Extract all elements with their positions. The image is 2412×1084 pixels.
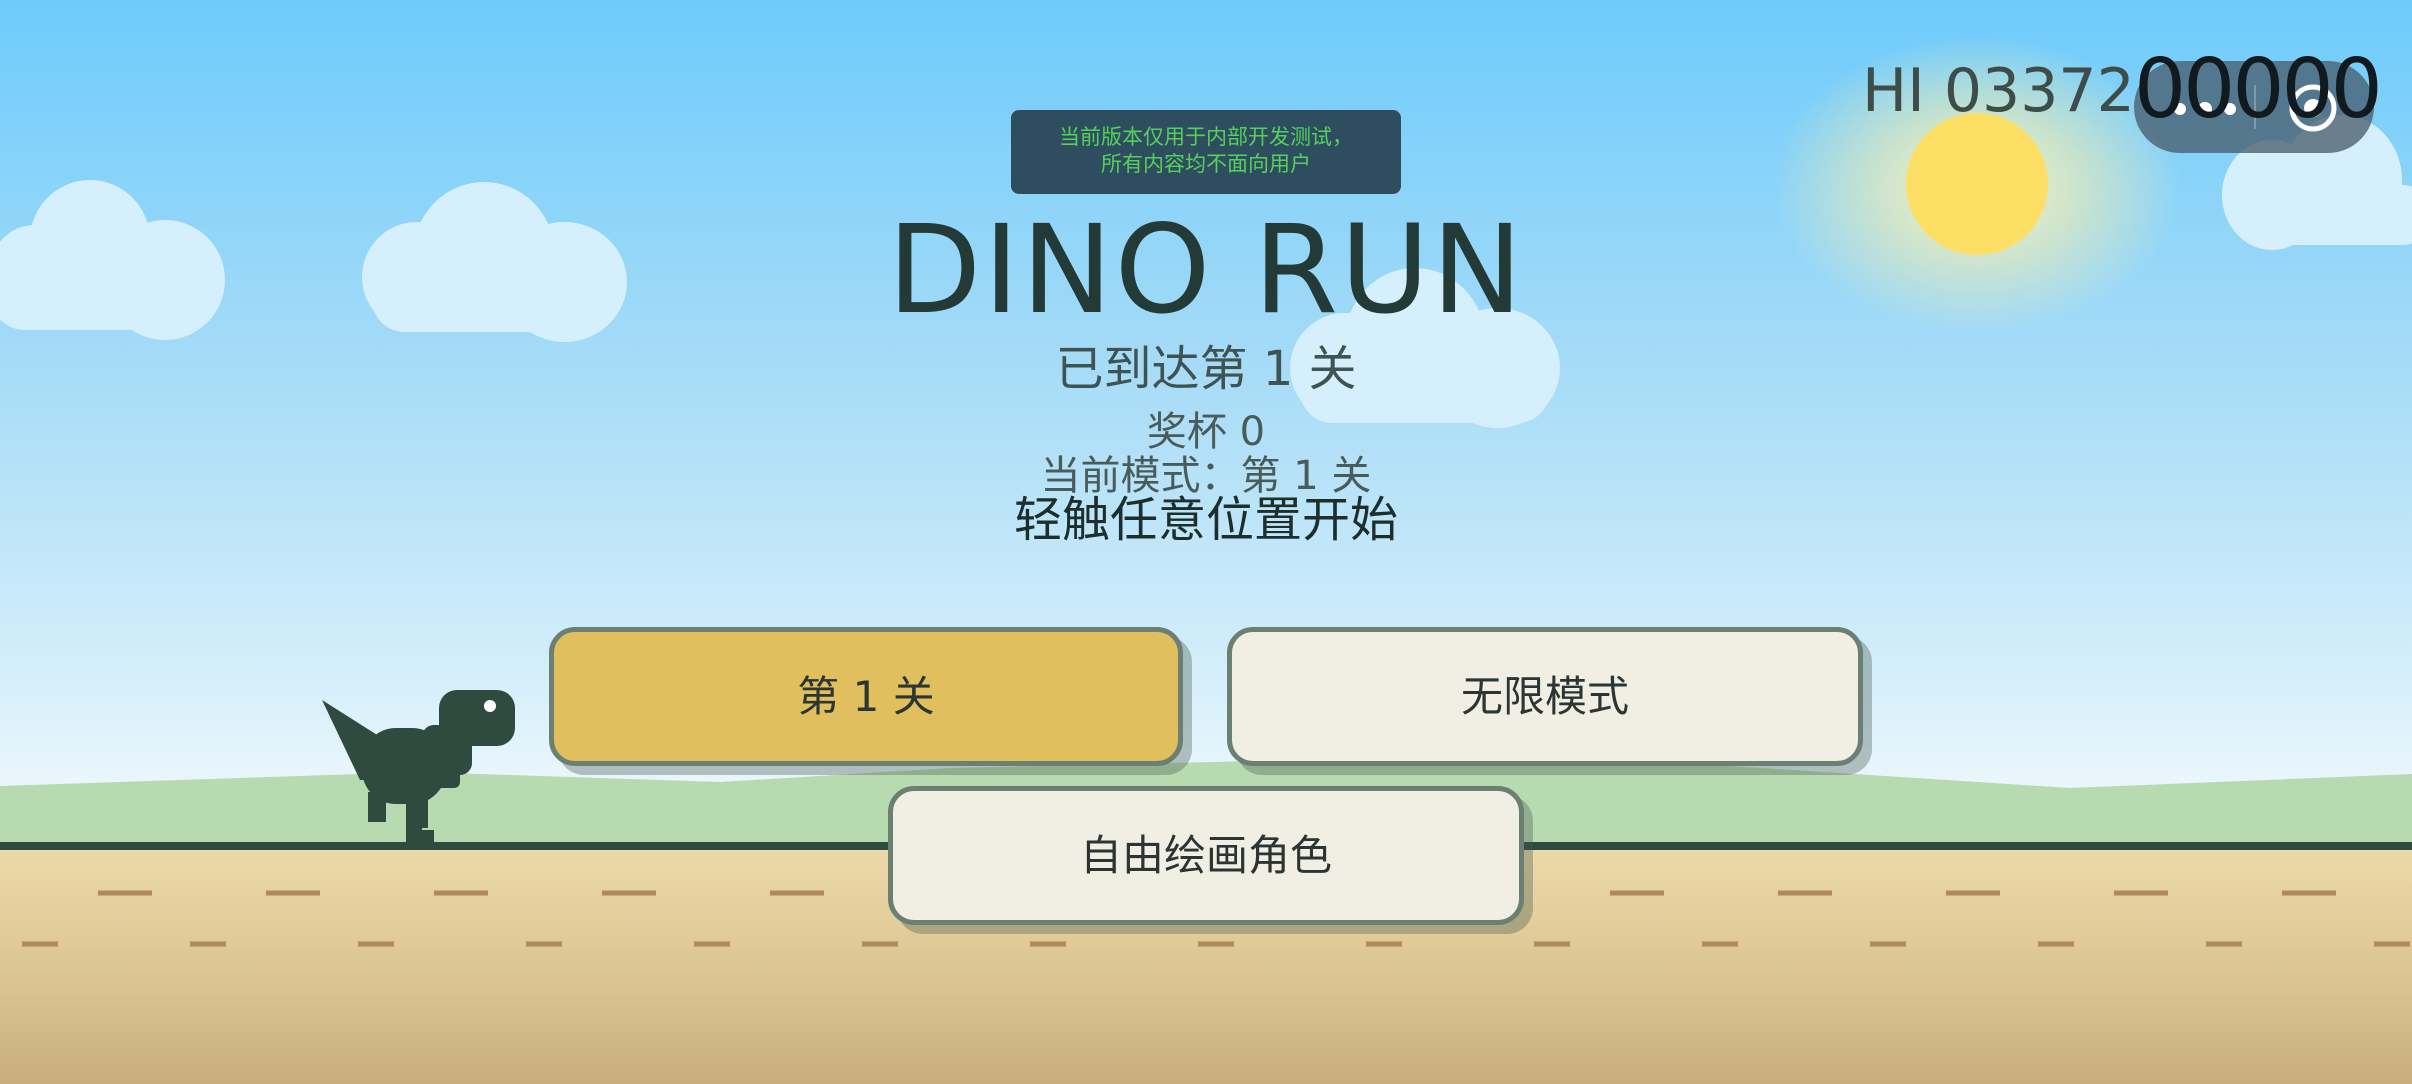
dev-notice-banner: 当前版本仅用于内部开发测试， 所有内容均不面向用户: [1011, 110, 1401, 194]
dinosaur-icon: [322, 690, 515, 845]
level-1-button[interactable]: 第 1 关: [549, 627, 1183, 766]
game-scene[interactable]: 当前版本仅用于内部开发测试， 所有内容均不面向用户 DINO RUN 已到达第 …: [0, 0, 2412, 1084]
current-score: 00000: [2134, 42, 2383, 137]
draw-character-button[interactable]: 自由绘画角色: [888, 786, 1524, 925]
trophy-count: 奖杯 0: [1146, 409, 1266, 455]
dev-notice-line1: 当前版本仅用于内部开发测试，: [1059, 125, 1353, 149]
game-title: DINO RUN: [887, 199, 1525, 341]
dev-notice-line2: 所有内容均不面向用户: [1101, 152, 1311, 176]
tap-to-start-hint: 轻触任意位置开始: [1013, 492, 1398, 548]
level-reached-text: 已到达第 1 关: [1055, 341, 1357, 397]
endless-mode-button[interactable]: 无限模式: [1227, 627, 1863, 766]
hi-score: HI 03372: [1862, 56, 2135, 126]
